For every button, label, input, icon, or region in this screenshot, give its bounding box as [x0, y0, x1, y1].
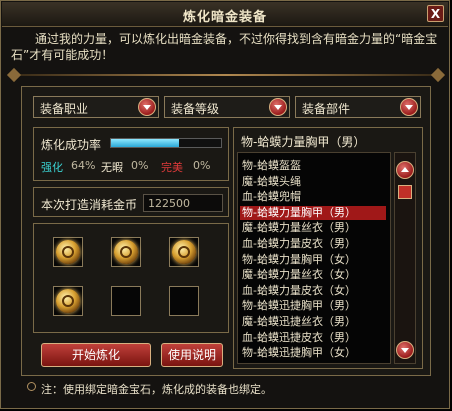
note-text: 注：使用绑定暗金宝石，炼化成的装备也绑定。 [41, 383, 272, 396]
gem-slot-4[interactable] [53, 286, 83, 316]
equipment-list-scrollbar[interactable] [394, 152, 416, 364]
select-part[interactable]: 装备部件 [295, 96, 421, 118]
equipment-list-header: 物-蛤蟆力量胸甲（男） [241, 135, 366, 149]
success-rate-fill [111, 139, 180, 147]
equipment-list-item[interactable]: 物-蛤蟆力量胸甲（男） [240, 205, 386, 220]
close-button[interactable]: X [427, 5, 444, 22]
stat-flawless-value: 0% [131, 159, 149, 172]
chevron-down-icon[interactable] [138, 98, 156, 116]
select-level[interactable]: 装备等级 [164, 96, 290, 118]
select-class[interactable]: 装备职业 [33, 96, 159, 118]
chevron-down-icon[interactable] [269, 98, 287, 116]
stat-enhance-label: 强化 [41, 161, 63, 174]
equipment-list-item[interactable]: 物-蛤蟆迅捷胸甲（男） [242, 299, 356, 313]
title-bar[interactable]: 炼化暗金装备 X [2, 2, 448, 27]
equipment-list-item[interactable]: 物-蛤蟆迅捷胸甲（女） [242, 346, 356, 360]
stat-perfect-label: 完美 [161, 161, 183, 174]
gem-slot-3[interactable] [169, 237, 199, 267]
equipment-list-item[interactable]: 血-蛤蟆迅捷皮衣（男） [242, 331, 356, 345]
chevron-down-icon[interactable] [400, 98, 418, 116]
gem-slot-6[interactable] [169, 286, 199, 316]
equipment-list-item[interactable]: 血-蛤蟆力量皮衣（男） [242, 237, 356, 251]
equipment-list-item[interactable]: 物-蛤蟆力量胸甲（女） [242, 253, 356, 267]
equipment-list[interactable]: 物-蛤蟆盔盔 魔-蛤蟆头绳 血-蛤蟆兜帽 物-蛤蟆力量胸甲（男） 魔-蛤蟆力量丝衣（男）… [237, 152, 391, 364]
note-bullet-icon [27, 382, 36, 391]
refine-dark-gold-window: 炼化暗金装备 X 通过我的力量，可以炼化出暗金装备，不过你得找到含有暗金力量的“… [0, 0, 450, 409]
start-refine-button[interactable]: 开始炼化 [41, 343, 151, 367]
equipment-list-item[interactable]: 魔-蛤蟆力量丝衣（女） [242, 268, 356, 282]
dark-gold-gem-icon [56, 289, 80, 313]
description-text: 通过我的力量，可以炼化出暗金装备，不过你得找到含有暗金力量的“暗金宝石”才有可能… [11, 32, 438, 62]
stat-flawless-label: 无暇 [101, 161, 123, 174]
scroll-up-icon[interactable] [396, 161, 414, 179]
equipment-list-item[interactable]: 魔-蛤蟆力量丝衣（男） [242, 221, 356, 235]
select-level-label: 装备等级 [171, 102, 220, 116]
gem-slot-5[interactable] [111, 286, 141, 316]
cost-value: 122500 [143, 194, 223, 212]
equipment-list-item[interactable]: 魔-蛤蟆头绳 [242, 175, 301, 189]
stat-perfect-value: 0% [193, 159, 211, 172]
dark-gold-gem-icon [114, 240, 138, 264]
equipment-list-item[interactable]: 魔-蛤蟆迅捷丝衣（男） [242, 315, 356, 329]
stat-enhance-value: 64% [71, 159, 96, 172]
dark-gold-gem-icon [56, 240, 80, 264]
gem-slot-2[interactable] [111, 237, 141, 267]
help-button[interactable]: 使用说明 [161, 343, 223, 367]
equipment-list-item[interactable]: 血-蛤蟆兜帽 [242, 190, 301, 204]
ornamental-divider [6, 67, 446, 83]
cost-label: 本次打造消耗金币 [41, 198, 138, 212]
success-rate-label: 炼化成功率 [41, 138, 102, 152]
gem-slot-1[interactable] [53, 237, 83, 267]
scroll-thumb[interactable] [398, 185, 412, 199]
success-rate-bar [110, 138, 222, 148]
equipment-list-item[interactable]: 血-蛤蟆力量皮衣（女） [242, 284, 356, 298]
dark-gold-gem-icon [172, 240, 196, 264]
window-title: 炼化暗金装备 [182, 10, 267, 25]
equipment-list-item[interactable]: 物-蛤蟆盔盔 [242, 159, 301, 173]
scroll-down-icon[interactable] [396, 341, 414, 359]
select-class-label: 装备职业 [40, 102, 89, 116]
select-part-label: 装备部件 [302, 102, 351, 116]
